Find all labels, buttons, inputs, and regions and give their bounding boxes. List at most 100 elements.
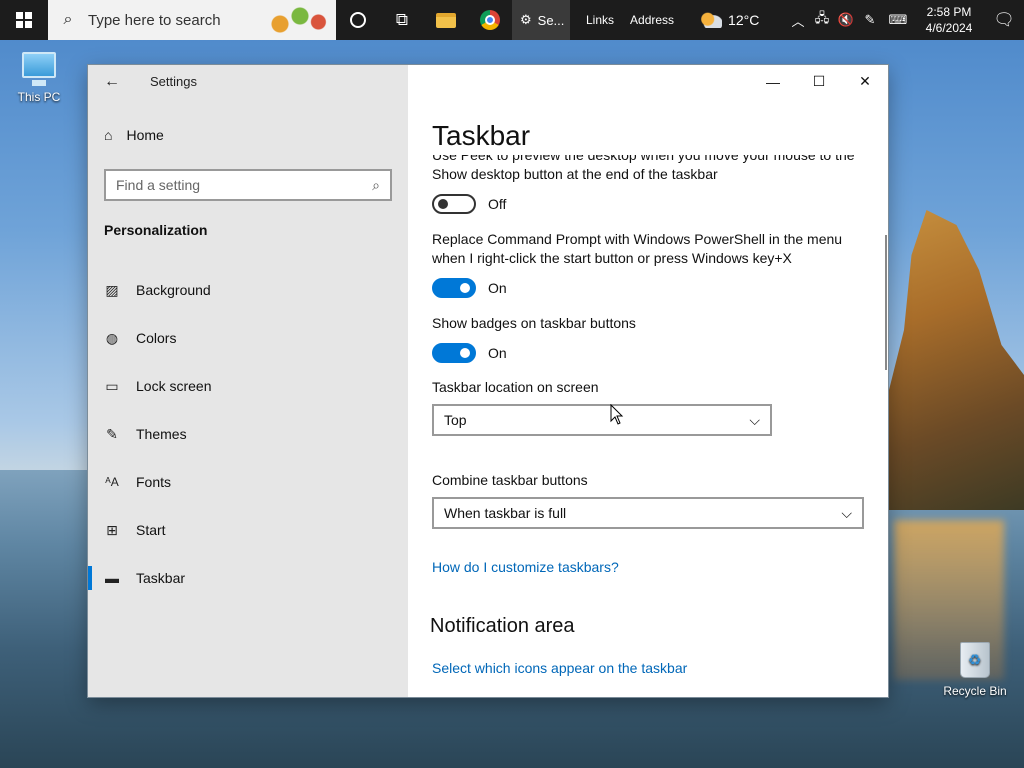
- nav-item-fonts[interactable]: ᴬA Fonts: [88, 458, 408, 506]
- notification-area-heading: Notification area: [430, 615, 575, 637]
- search-icon: ⌕: [372, 176, 380, 193]
- desktop-wallpaper-cliff: [874, 210, 1024, 510]
- clock-time: 2:58 PM: [926, 5, 972, 19]
- gear-icon: ⚙: [520, 12, 532, 27]
- find-setting-placeholder: Find a setting: [116, 177, 201, 193]
- home-label: Home: [126, 127, 164, 143]
- windows-logo-icon: [16, 12, 32, 28]
- fonts-icon: ᴬA: [105, 475, 119, 489]
- nav-item-start[interactable]: ⊞ Start: [88, 506, 408, 554]
- personalization-nav: ▨ Background ◍ Colors ▭ Lock screen ✎ Themes…: [88, 266, 408, 602]
- page-title: Taskbar: [432, 120, 531, 151]
- desktop-icon-label: This PC: [17, 90, 61, 104]
- home-link[interactable]: ⌂ Home: [104, 127, 164, 143]
- nav-item-colors[interactable]: ◍ Colors: [88, 314, 408, 362]
- dropdown-value: When taskbar is full: [444, 505, 567, 521]
- partly-cloudy-icon: [700, 12, 723, 28]
- powershell-toggle[interactable]: [432, 278, 476, 298]
- content-scrollbar[interactable]: [885, 235, 887, 370]
- combine-buttons-dropdown[interactable]: When taskbar is full ⌵: [432, 497, 864, 529]
- peek-toggle[interactable]: [432, 194, 476, 214]
- setting-location: Taskbar location on screen Top ⌵: [432, 379, 864, 436]
- taskbar: ⌕ Type here to search ⧉ ⚙ Se... Links Ad…: [0, 0, 1024, 40]
- clock-date: 4/6/2024: [925, 21, 973, 35]
- setting-description: Show badges on taskbar buttons: [432, 315, 636, 331]
- chevron-down-icon: ⌵: [841, 504, 852, 521]
- themes-brush-icon: ✎: [106, 425, 118, 442]
- window-title-bar: ← Settings: [88, 65, 408, 98]
- toggle-state: On: [488, 280, 507, 296]
- notification-icon: 🗨: [993, 10, 1015, 29]
- close-icon: ✕: [859, 73, 871, 89]
- address-toolbar[interactable]: Address: [622, 13, 682, 27]
- taskbar-icon: ▬: [105, 570, 119, 586]
- nav-item-label: Themes: [136, 426, 187, 442]
- minimize-icon: —: [766, 73, 780, 90]
- task-view-button[interactable]: ⧉: [380, 0, 424, 40]
- desktop-icon-label: Recycle Bin: [943, 684, 1007, 698]
- minimize-button[interactable]: —: [750, 65, 796, 98]
- task-view-icon: ⧉: [395, 10, 409, 29]
- settings-taskbar-label: Se...: [537, 12, 565, 28]
- desktop-icon-this-pc[interactable]: This PC: [2, 52, 76, 104]
- nav-item-label: Start: [136, 522, 166, 538]
- settings-scroll-area: Use Peek to preview the desktop when you…: [408, 155, 888, 697]
- desktop-icon-recycle-bin[interactable]: Recycle Bin: [938, 642, 1012, 698]
- maximize-button[interactable]: ☐: [796, 65, 842, 98]
- select-icons-link[interactable]: Select which icons appear on the taskbar: [432, 660, 687, 676]
- find-setting-input[interactable]: Find a setting ⌕: [104, 169, 392, 201]
- pen-icon[interactable]: ✎: [858, 12, 882, 28]
- close-button[interactable]: ✕: [842, 65, 888, 98]
- back-arrow-icon[interactable]: ←: [88, 73, 136, 91]
- section-label: Personalization: [104, 222, 208, 238]
- settings-content: — ☐ ✕ Taskbar Use Peek to preview the de…: [408, 65, 888, 697]
- taskbar-search-box[interactable]: ⌕ Type here to search: [48, 0, 336, 40]
- palette-icon: ◍: [105, 329, 119, 346]
- toggle-state: Off: [488, 196, 507, 212]
- clock[interactable]: 2:58 PM 4/6/2024: [914, 4, 984, 36]
- cortana-button[interactable]: [336, 0, 380, 40]
- setting-description: Use Peek to preview the desktop when you…: [432, 155, 855, 182]
- nav-item-label: Background: [136, 282, 211, 298]
- search-icon: ⌕: [63, 11, 73, 28]
- nav-item-label: Taskbar: [136, 570, 186, 586]
- nav-item-background[interactable]: ▨ Background: [88, 266, 408, 314]
- start-tiles-icon: ⊞: [106, 521, 118, 538]
- setting-peek: Use Peek to preview the desktop when you…: [432, 155, 864, 214]
- setting-badges: Show badges on taskbar buttons On: [432, 314, 864, 363]
- maximize-icon: ☐: [812, 73, 826, 89]
- action-center-button[interactable]: 🗨: [984, 0, 1024, 40]
- setting-label: Combine taskbar buttons: [432, 472, 588, 488]
- nav-item-taskbar[interactable]: ▬ Taskbar: [88, 554, 408, 602]
- nav-item-lock-screen[interactable]: ▭ Lock screen: [88, 362, 408, 410]
- network-icon[interactable]: 🖧: [810, 9, 834, 31]
- chrome-button[interactable]: [468, 0, 512, 40]
- nav-item-label: Fonts: [136, 474, 172, 490]
- setting-label: Taskbar location on screen: [432, 379, 599, 395]
- taskbar-location-dropdown[interactable]: Top ⌵: [432, 404, 772, 436]
- window-controls: — ☐ ✕: [750, 65, 888, 98]
- home-icon: ⌂: [104, 127, 113, 143]
- folder-icon: [436, 12, 456, 28]
- weather-widget[interactable]: 12°C: [690, 12, 769, 28]
- chevron-up-icon[interactable]: ︿: [786, 11, 810, 30]
- nav-item-label: Lock screen: [136, 378, 212, 394]
- volume-muted-icon[interactable]: 🔇: [834, 12, 858, 28]
- settings-list: Use Peek to preview the desktop when you…: [430, 155, 864, 676]
- mouse-cursor-icon: [610, 404, 624, 425]
- system-tray: ︿ 🖧 🔇 ✎ ⌨ 2:58 PM 4/6/2024 🗨: [786, 0, 1024, 40]
- badges-toggle[interactable]: [432, 343, 476, 363]
- setting-description: Replace Command Prompt with Windows Powe…: [432, 231, 843, 266]
- nav-item-themes[interactable]: ✎ Themes: [88, 410, 408, 458]
- search-highlight-image: [256, 0, 336, 40]
- start-button[interactable]: [0, 0, 48, 40]
- keyboard-icon[interactable]: ⌨: [882, 12, 914, 28]
- links-toolbar[interactable]: Links: [578, 13, 622, 27]
- customize-taskbars-link[interactable]: How do I customize taskbars?: [432, 559, 619, 575]
- window-title: Settings: [150, 74, 197, 89]
- settings-taskbar-button[interactable]: ⚙ Se...: [512, 0, 570, 40]
- file-explorer-button[interactable]: [424, 0, 468, 40]
- settings-sidebar: ← Settings ⌂ Home Find a setting ⌕ Perso…: [88, 65, 408, 697]
- chevron-down-icon: ⌵: [749, 411, 760, 428]
- picture-icon: ▨: [105, 281, 119, 298]
